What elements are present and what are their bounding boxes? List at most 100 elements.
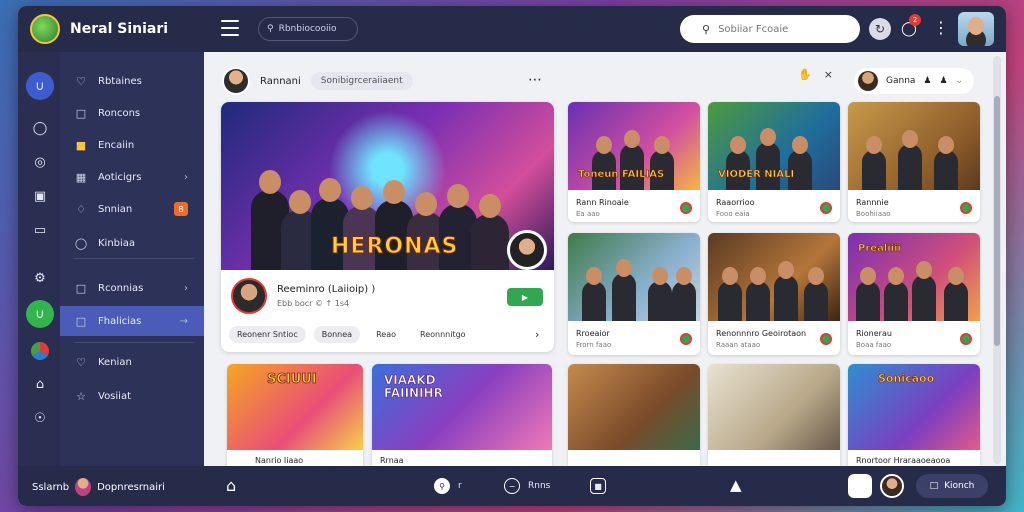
- sidebar-item-label: Kenian: [98, 356, 132, 368]
- post-tools: ✋ ×: [798, 68, 833, 81]
- thumbnail-title: VIAAKD FAIINIHR: [384, 373, 443, 400]
- launch-button-label: Kionch: [944, 481, 975, 491]
- more-options-icon[interactable]: ⋯: [528, 72, 542, 88]
- share-icon[interactable]: ▲: [730, 476, 742, 494]
- rail-app-icon[interactable]: [31, 342, 49, 360]
- video-meta: Boaa faao: [856, 341, 892, 349]
- status-dot: [820, 333, 832, 345]
- gallery-icon[interactable]: [848, 474, 872, 498]
- hand-icon[interactable]: ✋: [798, 68, 812, 81]
- author-avatar[interactable]: [222, 67, 250, 95]
- sidebar-item-kenian[interactable]: ♡ Kenian: [60, 347, 204, 377]
- more-options-icon[interactable]: ⋮: [933, 18, 949, 37]
- sidebar-item-encaiin[interactable]: ■ Encaiin: [60, 130, 204, 160]
- video-thumbnail[interactable]: VIAAKD FAIINIHR: [372, 364, 552, 450]
- chevron-down-icon: ⌄: [955, 76, 964, 86]
- video-card[interactable]: Renonnnro Geoirotaon Raaan ataao: [708, 233, 840, 355]
- sidebar-badge: B: [174, 202, 188, 216]
- rail-image-icon[interactable]: ▣: [26, 182, 54, 210]
- rail-settings-icon[interactable]: ⚙: [26, 264, 54, 292]
- play-button[interactable]: ▶: [507, 288, 543, 306]
- scrollbar[interactable]: [993, 56, 1001, 464]
- sidebar-item-label: Kinbiaa: [98, 237, 136, 249]
- sidebar-item-fhalicias[interactable]: □ Fhalicias →: [60, 306, 204, 336]
- post-author[interactable]: Rannani: [260, 76, 301, 87]
- featured-avatar-badge: [507, 230, 547, 270]
- video-card[interactable]: [568, 364, 700, 474]
- tag[interactable]: Reonenr Sntioc: [229, 326, 306, 343]
- rail-home-icon[interactable]: ∪: [26, 72, 54, 100]
- video-thumbnail[interactable]: Toneun FAILIAS: [568, 102, 700, 190]
- location-icon: ⚲: [434, 478, 450, 494]
- refresh-button[interactable]: ↻: [869, 18, 891, 40]
- search-box[interactable]: ⚲: [680, 15, 860, 43]
- tag[interactable]: Reao: [368, 326, 404, 343]
- video-thumbnail[interactable]: [848, 102, 980, 190]
- video-title: Rionerau: [856, 329, 892, 338]
- video-thumbnail[interactable]: SCIUUI: [227, 364, 363, 450]
- sidebar-item-vosiiat[interactable]: ☆ Vosiiat: [60, 381, 204, 411]
- video-card[interactable]: Prealiiii Rionerau Boaa faao: [848, 233, 980, 355]
- rail-shield-icon[interactable]: ◯: [26, 114, 54, 142]
- video-card[interactable]: VIAAKD FAIINIHR Rrnaa: [372, 364, 552, 474]
- sidebar-item-aoticigrs[interactable]: ▦ Aoticigrs ›: [60, 162, 204, 192]
- bottom-left-name[interactable]: Dopnresrnairi: [97, 482, 165, 493]
- video-card[interactable]: Toneun FAILIAS Rann Rinoaie Ea aao: [568, 102, 700, 222]
- search-input[interactable]: [718, 23, 839, 35]
- bottom-item-1[interactable]: ⚲ r: [434, 478, 462, 494]
- rail-people-icon[interactable]: ☉: [26, 404, 54, 432]
- person-icon: ♟: [923, 76, 932, 86]
- icon-rail: ∪ ◯ ◎ ▣ ▭ ⚙ ∪ ⌂ ☉: [18, 52, 60, 466]
- bottom-item-3[interactable]: ■: [590, 478, 606, 494]
- video-thumbnail[interactable]: VIODER NIALI: [708, 102, 840, 190]
- post-chip[interactable]: Sonibigrceraiiaent: [310, 72, 413, 90]
- video-thumbnail[interactable]: [568, 364, 700, 450]
- sidebar-item-kinbiaa[interactable]: ◯ Kinbiaa: [60, 228, 204, 258]
- rail-doc-icon[interactable]: ▭: [26, 216, 54, 244]
- chat-icon: ◯: [74, 236, 88, 250]
- video-card[interactable]: SCIUUI Nanrio Iiaao: [227, 364, 363, 474]
- thumbnail-title: SCIUUI: [267, 372, 317, 388]
- user-pill-name: Ganna: [886, 76, 916, 86]
- user-avatar[interactable]: [958, 12, 994, 46]
- video-card[interactable]: Rannnie Boohiiaao: [848, 102, 980, 222]
- close-icon[interactable]: ×: [824, 68, 833, 81]
- rail-home-outline-icon[interactable]: ⌂: [26, 370, 54, 398]
- scrollbar-thumb[interactable]: [994, 96, 1000, 346]
- video-thumbnail[interactable]: [708, 233, 840, 321]
- user-avatar[interactable]: [880, 474, 904, 498]
- video-card[interactable]: [708, 364, 840, 474]
- featured-channel-name[interactable]: Reeminro (Laiioip) ): [277, 284, 375, 295]
- video-thumbnail[interactable]: [708, 364, 840, 450]
- video-card[interactable]: VIODER NIALI Raaorrioo Fooo eaia: [708, 102, 840, 222]
- video-card[interactable]: Sonicaoo Rnortoor Hraraaoeaooa: [848, 364, 980, 474]
- bottom-item-2[interactable]: − Rnns: [504, 478, 550, 494]
- sidebar-item-rbtaines[interactable]: ♡ Rbtaines: [60, 66, 204, 96]
- home-icon[interactable]: ⌂: [226, 476, 236, 495]
- bottom-item-label: r: [458, 481, 462, 491]
- featured-thumbnail[interactable]: HERONAS: [221, 102, 554, 270]
- tag[interactable]: Bonnea: [313, 326, 361, 343]
- rail-cup-icon[interactable]: ∪: [26, 300, 54, 328]
- minus-circle-icon: −: [504, 478, 520, 494]
- sidebar-item-rconnias[interactable]: □ Rconnias ›: [60, 273, 204, 303]
- square-icon: □: [75, 106, 87, 120]
- video-thumbnail[interactable]: Sonicaoo: [848, 364, 980, 450]
- tag[interactable]: Reonnnitgo: [412, 326, 474, 343]
- square-icon: □: [75, 314, 87, 328]
- video-thumbnail[interactable]: Prealiiii: [848, 233, 980, 321]
- user-pill[interactable]: Ganna ♟ ♟ ⌄: [854, 68, 974, 94]
- bottom-left-label[interactable]: Sslarnb: [32, 482, 69, 493]
- channel-search-chip[interactable]: ⚲ Rbnbiocooiio: [258, 17, 358, 41]
- hamburger-menu-icon[interactable]: [221, 20, 239, 36]
- brand[interactable]: Neral Siniari: [30, 14, 168, 44]
- chevron-right-icon[interactable]: ›: [535, 328, 539, 341]
- sidebar-item-snnian[interactable]: ♢ Snnian B: [60, 194, 204, 224]
- rail-globe-icon[interactable]: ◎: [26, 148, 54, 176]
- featured-channel-avatar[interactable]: [231, 278, 267, 314]
- launch-button[interactable]: □ Kionch: [916, 474, 988, 498]
- video-thumbnail[interactable]: [568, 233, 700, 321]
- sidebar-item-roncons[interactable]: □ Roncons: [60, 98, 204, 128]
- video-card[interactable]: Rroeaior Frorn faao: [568, 233, 700, 355]
- featured-card[interactable]: HERONAS Reeminro (Laiioip) ) Ebb bocr © …: [221, 102, 554, 352]
